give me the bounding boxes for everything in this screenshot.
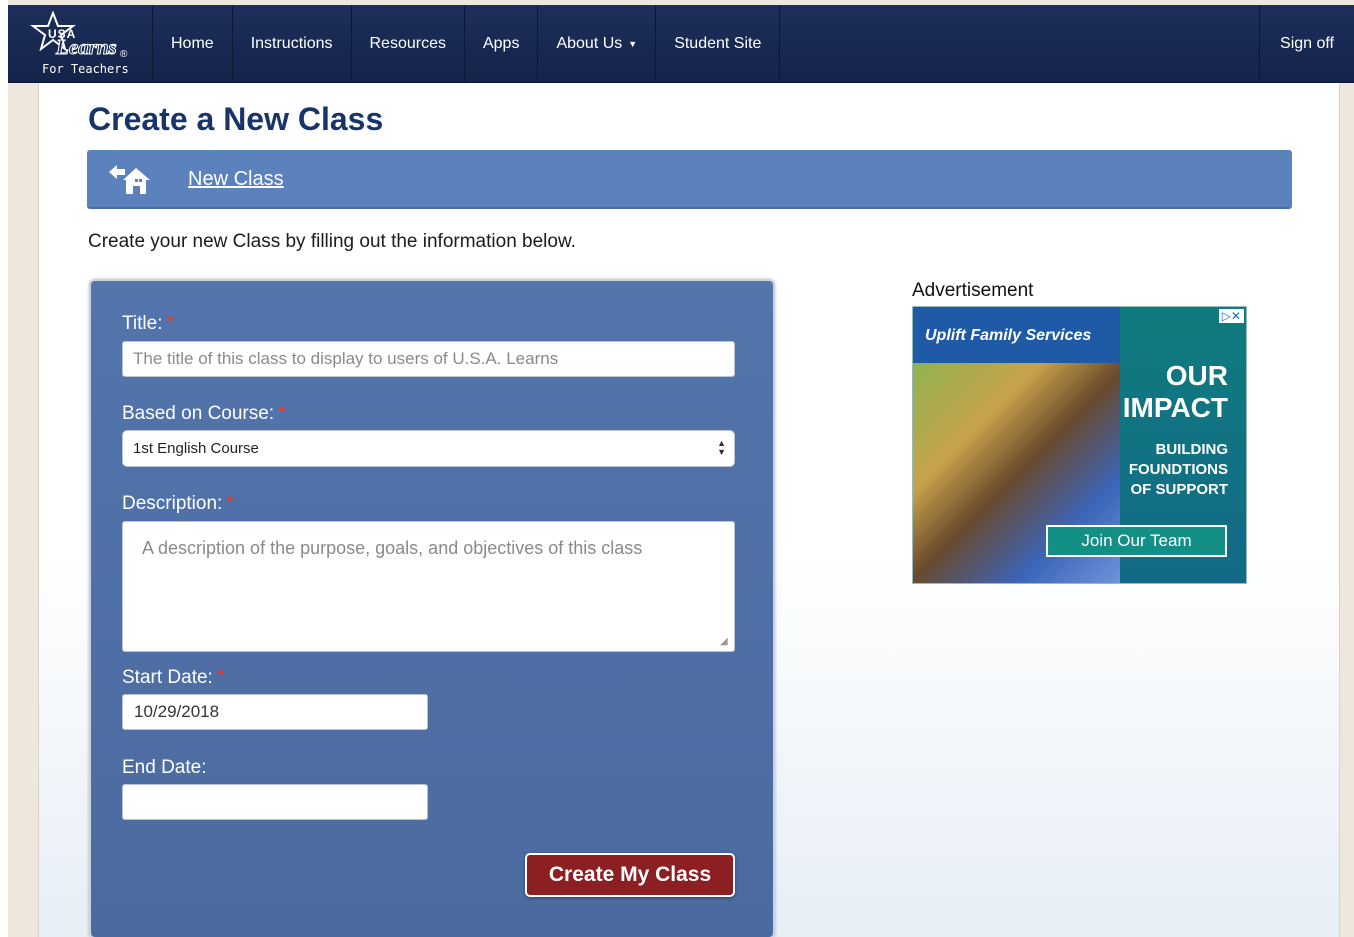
end-date-input[interactable]: [122, 784, 428, 820]
ad-brand-bar: Uplift Family Services: [913, 307, 1120, 363]
intro-text: Create your new Class by filling out the…: [88, 231, 576, 252]
end-date-label-text: End Date:: [122, 757, 207, 778]
breadcrumb-new-class[interactable]: New Class: [188, 168, 284, 191]
course-select-value: 1st English Course: [133, 440, 259, 457]
create-class-form: Title:* Based on Course:* 1st English Co…: [89, 279, 775, 937]
start-date-label: Start Date: *: [122, 667, 224, 689]
logo-tagline: For Teachers: [42, 62, 129, 76]
description-textarea[interactable]: [122, 521, 735, 652]
back-home-icon[interactable]: [105, 162, 155, 196]
course-select[interactable]: 1st English Course ▲ ▼: [122, 430, 735, 467]
title-input[interactable]: [122, 341, 735, 377]
required-mark: *: [166, 313, 174, 334]
end-date-label: End Date:: [122, 757, 207, 779]
nav-apps[interactable]: Apps: [465, 5, 539, 82]
nav-home[interactable]: Home: [153, 5, 233, 82]
ad-sub-3: OF SUPPORT: [1130, 481, 1228, 498]
advertisement-banner[interactable]: Uplift Family Services ▷✕ OUR IMPACT BUI…: [912, 306, 1247, 584]
ad-headline-2: IMPACT: [1122, 392, 1228, 423]
advertisement-label: Advertisement: [912, 280, 1034, 301]
usa-learns-logo[interactable]: USA Learns ® For Teachers: [8, 5, 153, 82]
course-label-text: Based on Course:: [122, 403, 275, 424]
ad-choices-icon[interactable]: ▷✕: [1218, 309, 1244, 323]
ad-headline: OUR IMPACT: [1123, 360, 1228, 424]
ad-sub-1: BUILDING: [1155, 441, 1229, 458]
ad-brand: Uplift Family Services: [925, 327, 1092, 344]
ad-join-button[interactable]: Join Our Team: [1046, 525, 1227, 557]
nav-spacer: [780, 5, 1261, 82]
logo-learns: Learns: [56, 35, 118, 60]
description-label: Description: *: [122, 493, 234, 515]
nav-resources[interactable]: Resources: [352, 5, 465, 82]
page-title: Create a New Class: [88, 101, 384, 137]
start-date-input[interactable]: [122, 694, 428, 730]
main-content: Create a New Class New Class Create your…: [38, 83, 1340, 937]
ad-sub-2: FOUNDTIONS: [1128, 461, 1228, 478]
title-label-text: Title:: [122, 313, 163, 334]
breadcrumb: New Class: [87, 150, 1292, 209]
resize-grip-icon[interactable]: ◢: [720, 636, 728, 647]
ad-headline-1: OUR: [1165, 360, 1228, 391]
ad-subheadline: BUILDING FOUNDTIONS OF SUPPORT: [1129, 440, 1228, 500]
top-navbar: USA Learns ® For Teachers Home Instructi…: [8, 5, 1354, 83]
window-edge: [0, 0, 8, 937]
caret-down-icon: ▼: [628, 38, 638, 49]
nav-student-site[interactable]: Student Site: [656, 5, 781, 82]
sign-off-link[interactable]: Sign off: [1260, 5, 1354, 82]
create-my-class-button[interactable]: Create My Class: [525, 853, 735, 897]
nav-about-us-label: About Us: [556, 34, 623, 52]
logo-registered: ®: [120, 49, 128, 60]
start-date-label-text: Start Date:: [122, 667, 213, 688]
required-mark: *: [278, 403, 286, 424]
title-label: Title: *: [122, 313, 174, 335]
select-arrows-icon: ▲ ▼: [717, 438, 726, 457]
course-label: Based on Course: *: [122, 403, 286, 425]
required-mark: *: [226, 493, 234, 514]
nav-instructions[interactable]: Instructions: [233, 5, 352, 82]
nav-about-us[interactable]: About Us ▼: [538, 5, 657, 82]
description-label-text: Description:: [122, 493, 223, 514]
required-mark: *: [216, 667, 225, 688]
